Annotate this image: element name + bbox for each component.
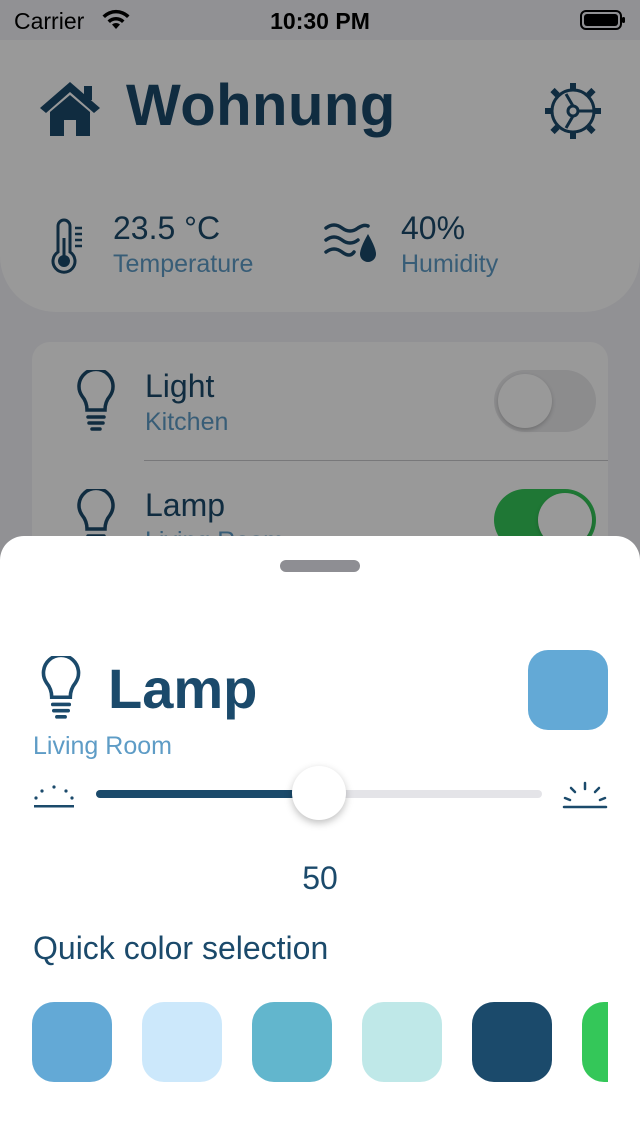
- quick-color-swatch[interactable]: [32, 1002, 112, 1082]
- quick-color-swatch[interactable]: [362, 1002, 442, 1082]
- sheet-title: Lamp: [108, 657, 258, 720]
- quick-color-swatch[interactable]: [472, 1002, 552, 1082]
- current-color-button[interactable]: [528, 650, 608, 730]
- brightness-low-icon: [34, 785, 74, 808]
- device-detail-sheet: Lamp Living Room 50 Quick color selectio…: [0, 536, 640, 1136]
- slider-fill: [96, 790, 319, 798]
- brightness-high-icon: [562, 781, 608, 809]
- brightness-value: 50: [302, 860, 338, 896]
- sheet-grabber[interactable]: [280, 560, 360, 572]
- lightbulb-icon: [41, 656, 81, 719]
- quick-color-row: [32, 1002, 608, 1084]
- quick-color-title: Quick color selection: [33, 930, 329, 966]
- quick-color-swatch[interactable]: [582, 1002, 608, 1082]
- slider-thumb[interactable]: [292, 766, 346, 820]
- quick-color-swatch[interactable]: [142, 1002, 222, 1082]
- quick-color-swatch[interactable]: [252, 1002, 332, 1082]
- sheet-room: Living Room: [33, 732, 172, 760]
